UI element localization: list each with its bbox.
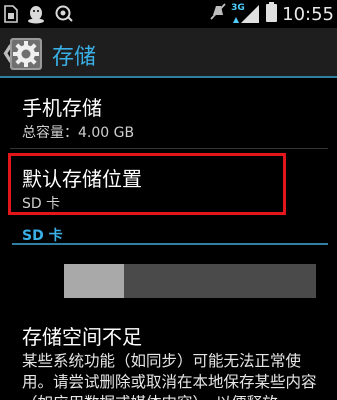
section-divider bbox=[12, 243, 328, 245]
system-icons: 3G 10:55 bbox=[210, 2, 334, 26]
low-storage-description: 某些系统功能（如同步）可能无法正常使用。请尝试删除或取消在本地保存某些内容（如应… bbox=[22, 352, 317, 400]
page-title: 存储 bbox=[52, 45, 97, 70]
sim-card-icon bbox=[4, 5, 18, 27]
sd-card-used-segment bbox=[64, 264, 125, 298]
phone-storage-title: 手机存储 bbox=[22, 96, 102, 120]
phone-storage-total: 总容量：4.00 GB bbox=[22, 125, 135, 141]
signal-icon: 3G bbox=[231, 3, 261, 25]
battery-icon bbox=[266, 2, 278, 26]
clock: 10:55 bbox=[282, 3, 334, 25]
status-bar: 3G 10:55 bbox=[0, 0, 337, 28]
sd-card-section-header: SD 卡 bbox=[22, 228, 63, 244]
qq-penguin-icon bbox=[26, 4, 46, 28]
divider bbox=[10, 148, 328, 149]
mute-icon bbox=[210, 3, 226, 25]
default-location-title[interactable]: 默认存储位置 bbox=[22, 163, 142, 192]
storage-settings-list: 手机存储 总容量：4.00 GB 默认存储位置 SD 卡 SD 卡 存储空间不足… bbox=[0, 80, 337, 400]
action-bar: ❮ 存储 bbox=[0, 28, 337, 78]
chat-bubble-icon bbox=[54, 5, 74, 27]
notification-icons bbox=[4, 4, 74, 28]
low-storage-title: 存储空间不足 bbox=[22, 325, 142, 349]
settings-gear-icon[interactable] bbox=[9, 37, 43, 71]
sd-card-usage-bar bbox=[64, 264, 316, 298]
default-location-value: SD 卡 bbox=[22, 196, 61, 212]
